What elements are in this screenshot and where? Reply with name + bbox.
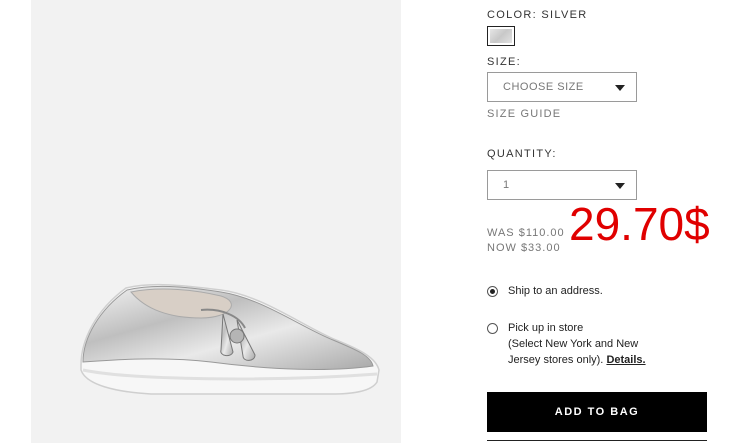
ship-to-address-label[interactable]: Ship to an address. — [508, 283, 603, 299]
swatch-fill — [490, 29, 512, 43]
ship-to-address-radio[interactable] — [487, 286, 498, 297]
color-label: COLOR: SILVER — [487, 9, 587, 21]
pickup-line-2: (Select New York and New — [508, 338, 639, 350]
pickup-in-store-radio[interactable] — [487, 323, 498, 334]
price-annotation: 29.70$ — [569, 198, 710, 250]
quantity-select[interactable]: 1 — [487, 170, 637, 200]
now-price: NOW $33.00 — [487, 242, 561, 254]
was-price: WAS $110.00 — [487, 227, 565, 239]
pickup-line-1: Pick up in store — [508, 322, 584, 334]
color-label-text: COLOR: — [487, 9, 537, 21]
add-to-bag-button[interactable]: ADD TO BAG — [487, 392, 707, 432]
pickup-line-3: Jersey stores only). Details. — [508, 352, 646, 368]
pickup-in-store-label[interactable]: Pick up in store (Select New York and Ne… — [508, 320, 646, 368]
color-value: SILVER — [541, 9, 588, 21]
chevron-down-icon — [615, 85, 625, 91]
quantity-select-value: 1 — [503, 179, 510, 191]
size-select-value: CHOOSE SIZE — [503, 81, 584, 93]
divider — [487, 440, 707, 441]
shoe-image — [80, 283, 380, 395]
size-guide-link[interactable]: SIZE GUIDE — [487, 108, 561, 120]
pickup-line-3-text: Jersey stores only). — [508, 354, 604, 366]
product-image-panel[interactable] — [31, 0, 401, 443]
details-link[interactable]: Details. — [606, 354, 645, 366]
size-label: SIZE: — [487, 56, 522, 68]
chevron-down-icon — [615, 183, 625, 189]
color-swatch-silver[interactable] — [487, 26, 515, 46]
size-select[interactable]: CHOOSE SIZE — [487, 72, 637, 102]
quantity-label: QUANTITY: — [487, 148, 557, 160]
